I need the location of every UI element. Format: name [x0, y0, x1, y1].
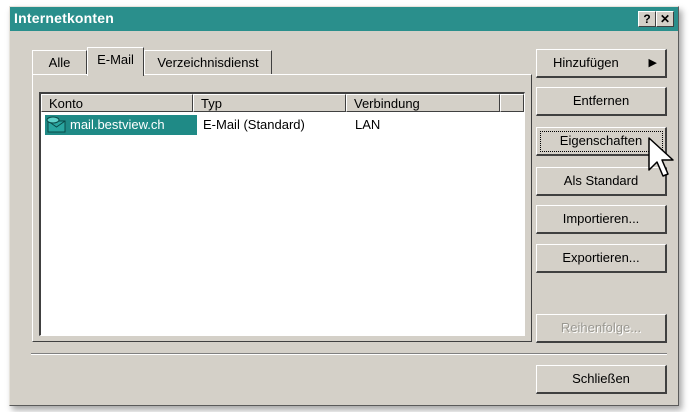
- title-bar[interactable]: Internetkonten ? ✕: [10, 7, 678, 31]
- tab-alle[interactable]: Alle: [32, 50, 87, 76]
- mail-account-icon: [46, 116, 66, 133]
- tab-verzeichnisdienst[interactable]: Verzeichnisdienst: [144, 50, 272, 76]
- remove-button[interactable]: Entfernen: [536, 87, 667, 116]
- triangle-right-icon: ▶: [648, 57, 657, 69]
- column-header-konto[interactable]: Konto: [41, 94, 193, 112]
- column-header-typ[interactable]: Typ: [193, 94, 346, 112]
- import-button[interactable]: Importieren...: [536, 205, 667, 234]
- separator: [31, 353, 667, 355]
- order-button: Reihenfolge...: [536, 314, 667, 343]
- export-button[interactable]: Exportieren...: [536, 244, 667, 273]
- table-row[interactable]: mail.bestview.ch: [45, 115, 197, 135]
- account-name: mail.bestview.ch: [70, 117, 165, 132]
- account-connection: LAN: [355, 117, 381, 132]
- close-icon[interactable]: ✕: [656, 11, 674, 27]
- add-button-label: Hinzufügen: [553, 55, 619, 70]
- account-list[interactable]: Konto Typ Verbindung mail.bestview.ch E-…: [39, 92, 525, 336]
- close-button[interactable]: Schließen: [536, 365, 667, 394]
- window-title: Internetkonten: [14, 10, 115, 26]
- column-header-verbindung[interactable]: Verbindung: [346, 94, 500, 112]
- add-button[interactable]: Hinzufügen ▶: [536, 49, 667, 78]
- column-header-filler: [500, 94, 524, 112]
- mouse-pointer-icon: [648, 137, 674, 177]
- tab-email[interactable]: E-Mail: [87, 47, 144, 76]
- account-type: E-Mail (Standard): [203, 117, 305, 132]
- internetkonten-dialog: Internetkonten ? ✕ Alle E-Mail Verzeichn…: [9, 6, 679, 406]
- help-button[interactable]: ?: [638, 11, 656, 27]
